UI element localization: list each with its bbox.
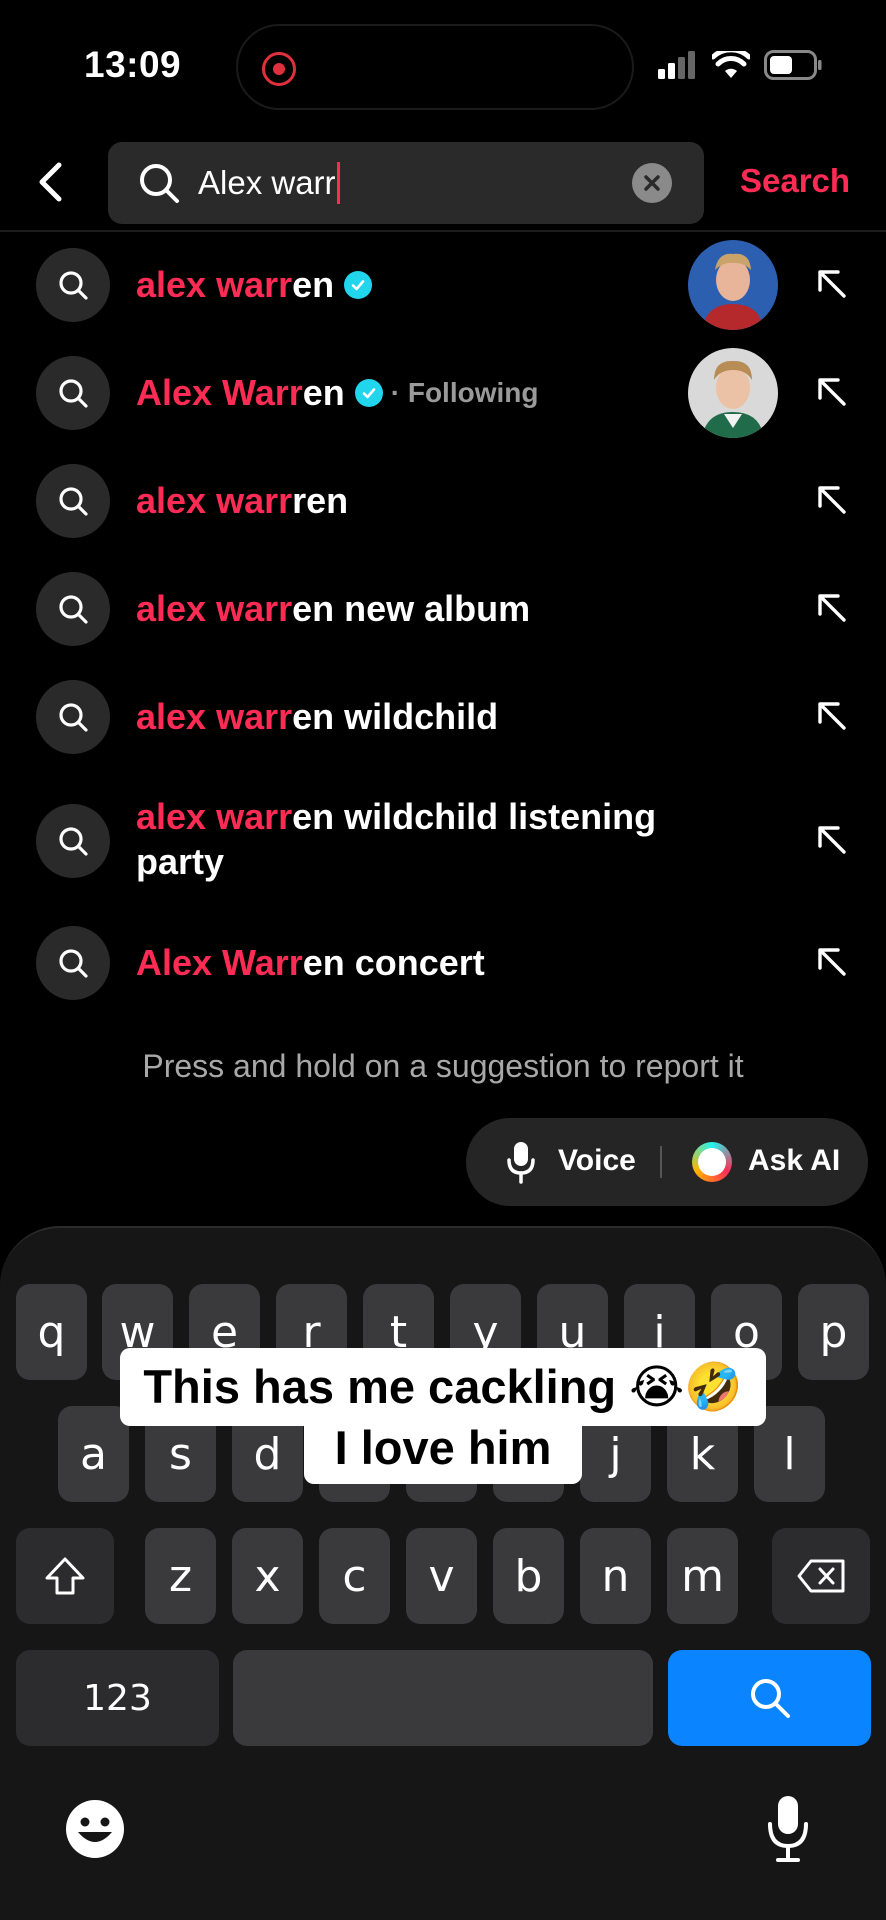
suggestion-match: Alex Warr <box>136 372 303 413</box>
fill-query-arrow-icon[interactable] <box>812 942 852 982</box>
verified-badge-icon <box>354 378 383 407</box>
suggestion-rest: en <box>292 264 335 305</box>
shift-icon <box>45 1557 85 1595</box>
status-bar: 13:09 <box>0 0 886 130</box>
key-n[interactable]: n <box>580 1528 651 1624</box>
avatar[interactable] <box>688 240 778 330</box>
suggestion-row[interactable]: alex warren wildchild listening party <box>0 772 886 908</box>
pill-divider <box>660 1146 662 1178</box>
suggestion-match: alex warr <box>136 588 293 629</box>
suggestion-text: alex warr ren <box>136 478 348 523</box>
numbers-key[interactable]: 123 <box>16 1650 219 1746</box>
search-header: Alex warr Search <box>0 130 886 230</box>
suggestion-search-icon <box>36 248 110 322</box>
clear-search-button[interactable] <box>632 163 672 203</box>
key-q[interactable]: q <box>16 1284 87 1380</box>
emoji-icon <box>66 1800 124 1858</box>
microphone-icon[interactable] <box>506 1140 536 1184</box>
fill-query-arrow-icon[interactable] <box>812 264 852 304</box>
dynamic-island <box>236 24 634 110</box>
suggestion-text: alex warr en new album <box>136 586 530 631</box>
suggestion-rest: ren <box>292 480 349 521</box>
suggestion-row[interactable]: alex warr ren <box>0 448 886 554</box>
fill-query-arrow-icon[interactable] <box>812 480 852 520</box>
suggestion-search-icon <box>36 356 110 430</box>
text-caret <box>336 162 340 204</box>
ask-ai-icon[interactable] <box>692 1142 732 1182</box>
suggestion-text: alex warr en <box>136 262 373 307</box>
screen-recording-icon <box>262 52 296 86</box>
following-label: · Following <box>390 377 539 408</box>
wifi-icon <box>712 51 750 78</box>
suggestion-row[interactable]: alex warr en wildchild <box>0 664 886 770</box>
back-button[interactable] <box>24 156 76 208</box>
key-v[interactable]: v <box>406 1528 477 1624</box>
space-key[interactable] <box>233 1650 653 1746</box>
key-z[interactable]: z <box>145 1528 216 1624</box>
suggestion-text: alex warren wildchild listening party <box>136 794 696 884</box>
backspace-key[interactable] <box>772 1528 870 1624</box>
suggestion-row[interactable]: Alex Warr en concert <box>0 910 886 1016</box>
backspace-icon <box>797 1559 845 1593</box>
search-icon <box>140 164 179 203</box>
search-query: Alex warr <box>198 162 340 204</box>
keyboard: q w e r t y u i o p a s d f g h j k l z … <box>0 1226 886 1920</box>
suggestion-search-icon <box>36 572 110 646</box>
close-icon <box>644 175 660 191</box>
status-time: 13:09 <box>84 44 182 85</box>
report-hint: Press and hold on a suggestion to report… <box>142 1048 744 1084</box>
suggestion-search-icon <box>36 464 110 538</box>
suggestion-match: alex warr <box>136 480 293 521</box>
search-icon <box>750 1679 790 1718</box>
chevron-left-icon <box>39 162 62 202</box>
fill-query-arrow-icon[interactable] <box>812 696 852 736</box>
fill-query-arrow-icon[interactable] <box>812 372 852 412</box>
suggestion-text: Alex Warr en concert <box>136 940 485 985</box>
suggestion-search-icon <box>36 926 110 1000</box>
voice-button[interactable]: Voice <box>558 1144 636 1178</box>
key-p[interactable]: p <box>798 1284 869 1380</box>
suggestion-match: alex warr <box>136 264 293 305</box>
caption-line-2: I love him <box>304 1410 582 1484</box>
suggestion-rest: en wildchild <box>292 696 499 737</box>
cellular-signal-icon <box>658 51 695 79</box>
suggestion-search-icon <box>36 804 110 878</box>
suggestion-rest: en <box>302 372 345 413</box>
suggestion-text: Alex Warr en · Following <box>136 370 539 415</box>
battery-icon <box>764 50 822 80</box>
shift-key[interactable] <box>16 1528 114 1624</box>
verified-badge-icon <box>344 270 373 299</box>
dictation-key[interactable] <box>766 1794 810 1864</box>
suggestion-rest: en new album <box>292 588 531 629</box>
suggestion-text: alex warr en wildchild <box>136 694 498 739</box>
search-submit-button[interactable]: Search <box>740 162 850 200</box>
search-input[interactable]: Alex warr <box>108 142 704 224</box>
key-b[interactable]: b <box>493 1528 564 1624</box>
suggestion-row[interactable]: alex warr en new album <box>0 556 886 662</box>
suggestion-match: alex warr <box>136 696 293 737</box>
emoji-key[interactable] <box>64 1798 126 1860</box>
suggestion-row[interactable]: Alex Warr en · Following <box>0 340 886 446</box>
suggestion-row[interactable]: alex warr en <box>0 232 886 338</box>
status-icons <box>658 50 822 80</box>
avatar[interactable] <box>688 348 778 438</box>
key-a[interactable]: a <box>58 1406 129 1502</box>
keyboard-search-key[interactable] <box>668 1650 871 1746</box>
fill-query-arrow-icon[interactable] <box>812 588 852 628</box>
microphone-icon <box>768 1796 808 1862</box>
suggestion-match: alex warr <box>136 796 293 837</box>
search-query-text: Alex warr <box>198 164 336 201</box>
suggestion-rest: en concert <box>302 942 485 983</box>
key-m[interactable]: m <box>667 1528 738 1624</box>
key-x[interactable]: x <box>232 1528 303 1624</box>
voice-ai-pill: Voice Ask AI <box>466 1118 868 1206</box>
suggestion-search-icon <box>36 680 110 754</box>
suggestion-match: Alex Warr <box>136 942 303 983</box>
fill-query-arrow-icon[interactable] <box>812 820 852 860</box>
ask-ai-button[interactable]: Ask AI <box>748 1144 840 1178</box>
key-c[interactable]: c <box>319 1528 390 1624</box>
